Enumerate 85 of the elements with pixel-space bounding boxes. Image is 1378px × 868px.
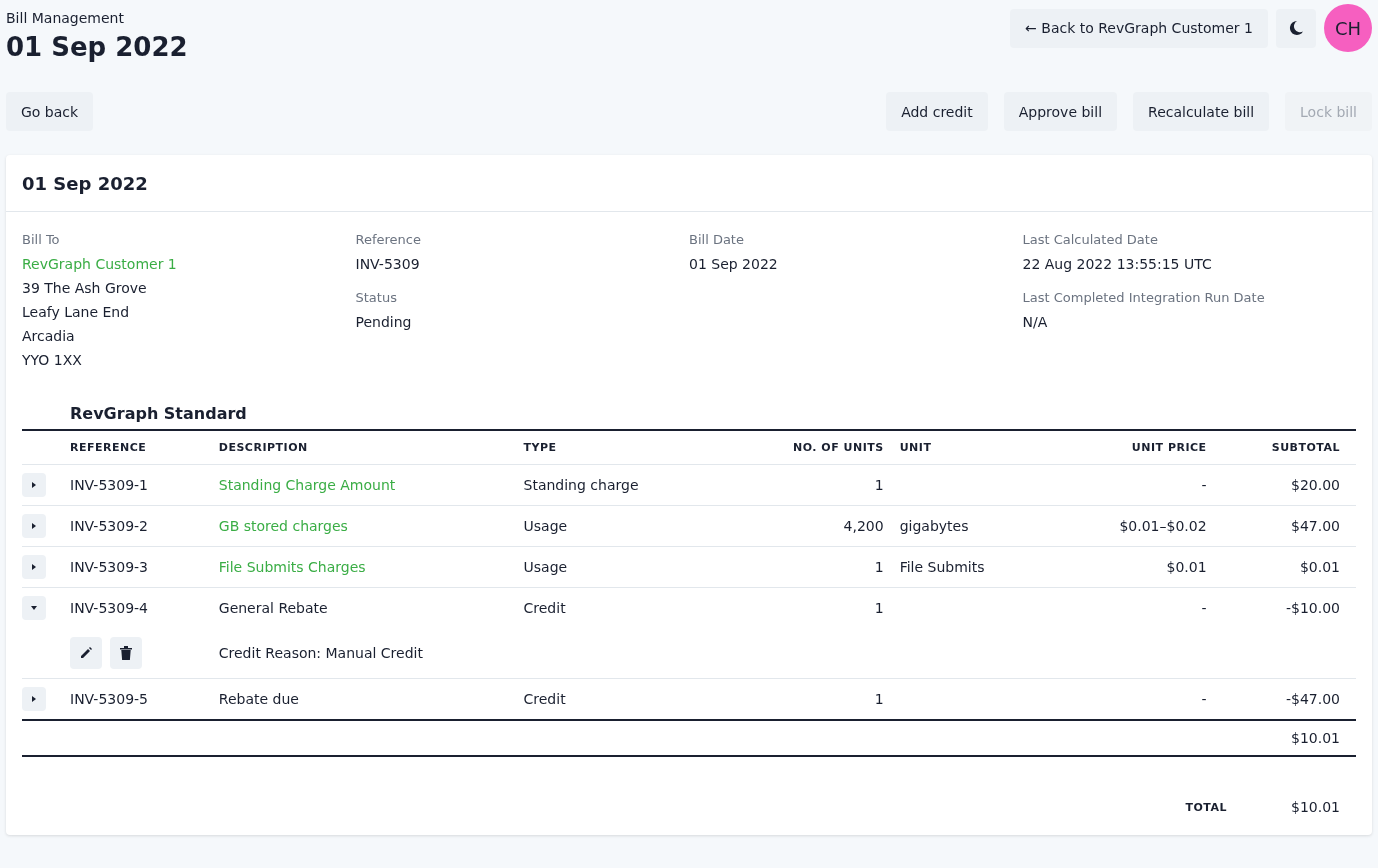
description-link[interactable]: File Submits Charges [218,559,366,575]
table-cell: 4,200 [843,518,884,534]
table-cell: 1 [874,691,884,707]
total-label: TOTAL [1185,800,1227,814]
caret-right-icon [30,695,38,703]
field-label: Reference [355,232,422,247]
column-header: NO. OF UNITS [730,430,900,465]
table-cell: $20.00 [1291,477,1340,493]
field-value: YYO 1XX [22,351,83,370]
description-link[interactable]: Standing Charge Amount [218,477,396,493]
customer-link[interactable]: RevGraph Customer 1 [22,252,356,276]
field-value: N/A [1022,313,1049,332]
column-header: UNIT PRICE [1059,430,1223,465]
page-title: 01 Sep 2022 [6,32,188,62]
action-button[interactable]: Go back [6,92,94,131]
field-label: Bill To [22,232,61,247]
table-cell: -$10.00 [1285,600,1340,616]
table-cell: gigabytes [899,518,969,534]
table-cell: - [1201,691,1207,707]
table-cell: -$47.00 [1285,691,1340,707]
expand-button[interactable] [22,687,46,711]
moon-icon [1288,20,1304,36]
credit-reason: Credit Reason: Manual Credit [218,645,423,661]
total-value: $10.01 [1291,799,1340,815]
column-header: TYPE [523,430,731,465]
field-label: Bill Date [689,232,745,247]
trash-icon [120,646,132,660]
table-cell: - [1201,600,1207,616]
column-header: SUBTOTAL [1222,430,1356,465]
field-label: Last Calculated Date [1022,232,1159,247]
card-title: 01 Sep 2022 [22,172,148,194]
field-label: Last Completed Integration Run Date [1022,290,1266,305]
table-cell: - [1201,477,1207,493]
caret-right-icon [30,481,38,489]
action-button[interactable]: Recalculate bill [1133,92,1270,131]
field-value: 39 The Ash Grove [22,279,148,298]
expand-button[interactable] [22,514,46,538]
table-cell: Credit [523,600,566,616]
table-cell: 1 [874,559,884,575]
column-header: DESCRIPTION [218,430,524,465]
table-cell: General Rebate [218,600,328,616]
avatar[interactable]: CH [1324,4,1372,52]
column-header: REFERENCE [70,430,219,465]
field-value: 22 Aug 2022 13:55:15 UTC [1022,255,1213,274]
caret-right-icon [30,522,38,530]
table-cell: Usage [523,518,568,534]
table-cell: INV-5309-4 [70,600,148,616]
table-cell: INV-5309-5 [70,691,148,707]
field-value: Leafy Lane End [22,303,131,322]
table-cell: INV-5309-2 [70,518,148,534]
table-cell: $0.01–$0.02 [1119,518,1207,534]
field-value: INV-5309 [355,255,421,274]
table-cell: $47.00 [1291,518,1340,534]
breadcrumb: Bill Management [6,10,125,26]
collapse-button[interactable] [22,596,46,620]
theme-toggle-button[interactable] [1276,8,1316,48]
table-cell: INV-5309-3 [70,559,148,575]
table-cell: $0.01 [1166,559,1207,575]
expand-button[interactable] [22,555,46,579]
delete-button[interactable] [110,637,142,669]
field-label: Status [355,290,398,305]
table-cell: INV-5309-1 [70,477,148,493]
field-value: Pending [355,313,413,332]
column-header: UNIT [899,430,1060,465]
table-cell: $0.01 [1299,559,1340,575]
pencil-icon [79,646,93,660]
caret-down-icon [30,604,38,612]
edit-button[interactable] [70,637,102,669]
table-cell: Rebate due [218,691,299,707]
table-cell: Usage [523,559,568,575]
section-title: RevGraph Standard [69,404,248,423]
caret-right-icon [30,563,38,571]
action-button[interactable]: Approve bill [1003,92,1118,131]
table-cell: 1 [874,477,884,493]
table-cell: Credit [523,691,566,707]
back-button[interactable]: ← Back to RevGraph Customer 1 [1010,8,1268,48]
field-value: 01 Sep 2022 [689,255,779,274]
table-cell: File Submits [899,559,985,575]
table-cell: 1 [874,600,884,616]
description-link[interactable]: GB stored charges [218,518,348,534]
action-button[interactable]: Add credit [886,92,988,131]
table-cell: Standing charge [523,477,639,493]
expand-button[interactable] [22,473,46,497]
field-value: Arcadia [22,327,76,346]
section-total: $10.01 [1291,730,1340,746]
